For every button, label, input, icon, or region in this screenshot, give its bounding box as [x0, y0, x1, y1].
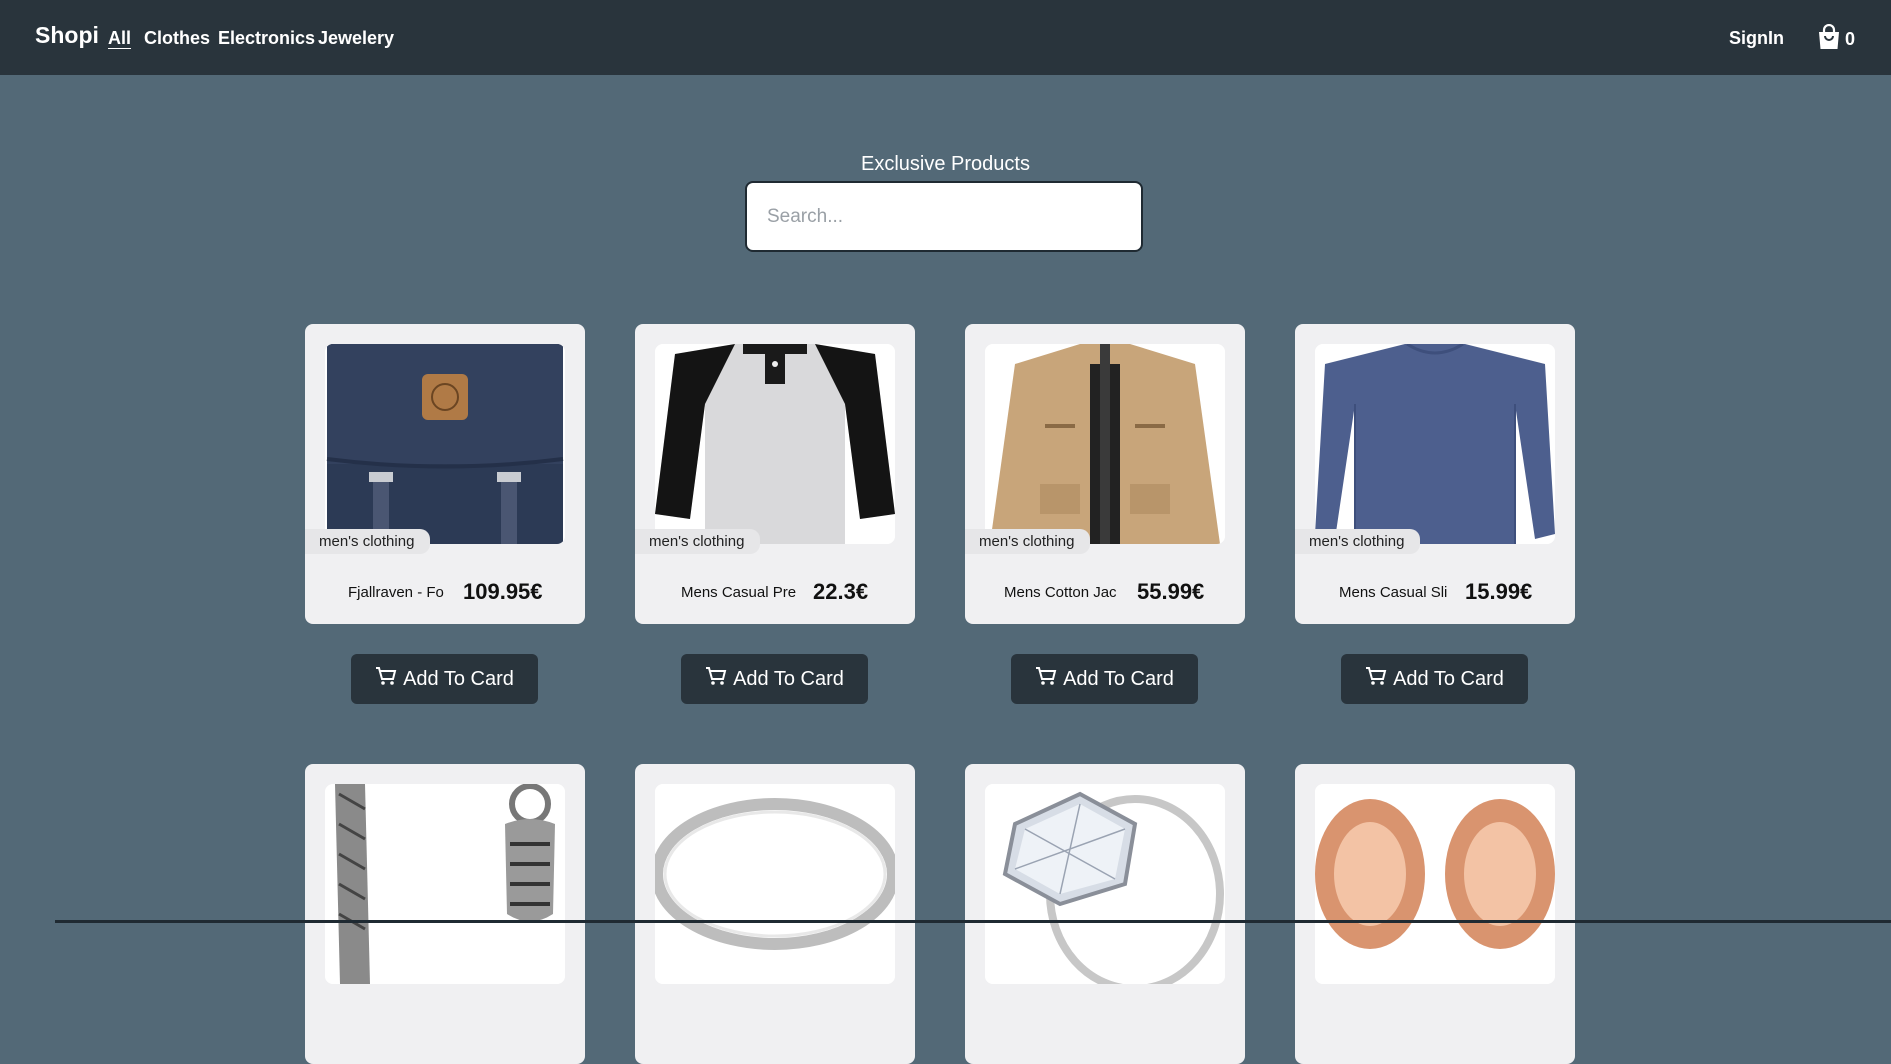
add-to-cart-label: Add To Card: [1393, 667, 1504, 690]
product-card[interactable]: men's clothing Fjallraven - Fo 109.95€: [305, 324, 585, 624]
product-image-backpack: [325, 344, 565, 544]
product-price: 55.99€: [1137, 579, 1205, 604]
product-title: Mens Casual Sli: [1339, 584, 1448, 601]
product-title: Mens Cotton Jac: [1004, 584, 1117, 601]
cart-icon: [705, 666, 727, 692]
nav-link-electronics[interactable]: Electronics: [218, 28, 315, 49]
add-to-cart-button[interactable]: Add To Card: [1011, 654, 1198, 704]
cart-icon: [375, 666, 397, 692]
product-image-raglan-shirt: [655, 344, 895, 544]
nav-link-clothes[interactable]: Clothes: [144, 28, 210, 49]
add-to-cart-button[interactable]: Add To Card: [1341, 654, 1528, 704]
product-image-chain-bracelet: [325, 784, 565, 984]
add-to-cart-label: Add To Card: [733, 667, 844, 690]
product-image-diamond-ring: [985, 784, 1225, 984]
product-price: 109.95€: [463, 579, 543, 604]
product-category: men's clothing: [305, 529, 431, 554]
cart-icon: [1365, 666, 1387, 692]
product-image-long-sleeve-shirt: [1315, 344, 1555, 544]
product-card[interactable]: [305, 764, 585, 1064]
product-price: 15.99€: [1465, 579, 1533, 604]
search-input[interactable]: [745, 181, 1143, 252]
product-title: Fjallraven - Fo: [348, 584, 444, 601]
product-image-silver-ring: [655, 784, 895, 984]
add-to-cart-button[interactable]: Add To Card: [351, 654, 538, 704]
cart-button[interactable]: 0: [1817, 23, 1855, 55]
product-card[interactable]: men's clothing Mens Cotton Jac 55.99€: [965, 324, 1245, 624]
nav-link-jewelery[interactable]: Jewelery: [318, 28, 394, 49]
product-image-rose-gold-plugs: [1315, 784, 1555, 984]
product-card[interactable]: men's clothing Mens Casual Pre 22.3€: [635, 324, 915, 624]
cart-count: 0: [1844, 29, 1855, 49]
product-card[interactable]: men's clothing Mens Casual Sli 15.99€: [1295, 324, 1575, 624]
product-card[interactable]: [635, 764, 915, 1064]
product-category: men's clothing: [965, 529, 1091, 554]
brand-logo[interactable]: Shopi: [35, 22, 99, 49]
page-heading: Exclusive Products: [861, 153, 1030, 175]
cart-icon: [1035, 666, 1057, 692]
add-to-cart-label: Add To Card: [1063, 667, 1174, 690]
product-card[interactable]: [965, 764, 1245, 1064]
product-title: Mens Casual Pre: [681, 584, 797, 601]
product-category: men's clothing: [1295, 529, 1421, 554]
add-to-cart-button[interactable]: Add To Card: [681, 654, 868, 704]
add-to-cart-label: Add To Card: [403, 667, 514, 690]
product-category: men's clothing: [635, 529, 761, 554]
nav-link-all[interactable]: All: [108, 28, 131, 49]
product-price: 22.3€: [813, 579, 869, 604]
navbar: Shopi All Clothes Electronics Jewelery S…: [0, 0, 1891, 75]
signin-link[interactable]: SignIn: [1729, 28, 1784, 49]
shopping-bag-icon: [1817, 23, 1841, 55]
product-image-jacket: [985, 344, 1225, 544]
product-card[interactable]: [1295, 764, 1575, 1064]
